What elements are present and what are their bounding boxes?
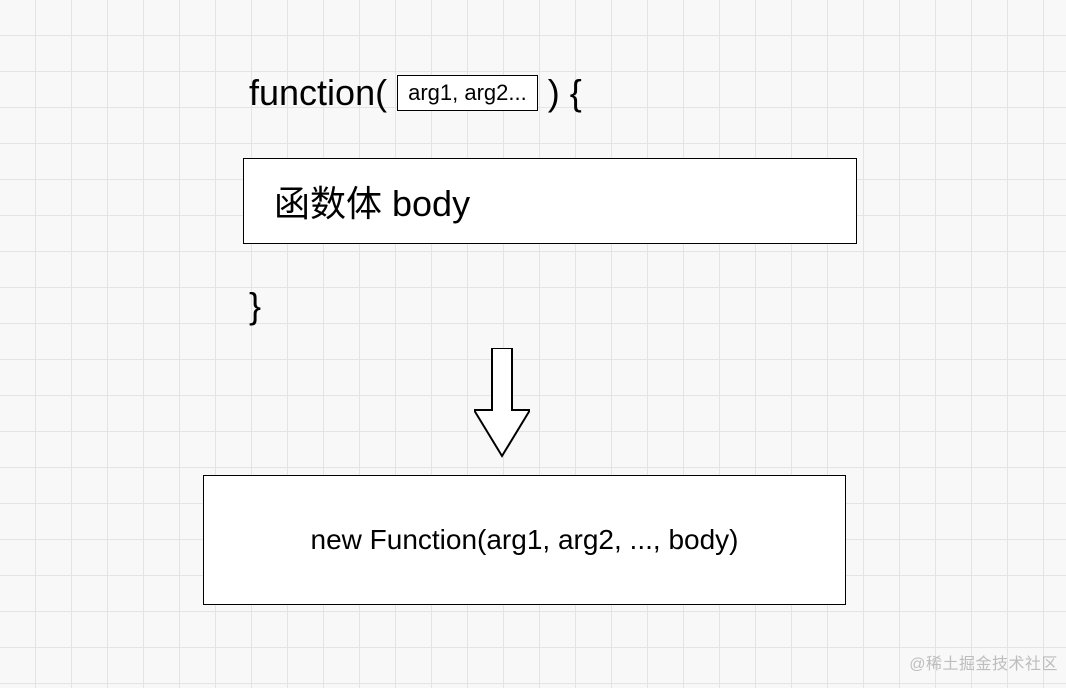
function-body-box: 函数体 body — [243, 158, 857, 244]
diagram-content: function( arg1, arg2... ) { 函数体 body } n… — [0, 0, 1066, 688]
watermark-text: @稀土掘金技术社区 — [909, 650, 1058, 674]
arguments-box: arg1, arg2... — [397, 75, 538, 111]
closing-brace: } — [249, 285, 261, 327]
function-body-label: 函数体 body — [274, 175, 470, 227]
function-signature-line: function( arg1, arg2... ) { — [249, 72, 582, 114]
function-keyword-open: function( — [249, 72, 387, 114]
new-function-label: new Function(arg1, arg2, ..., body) — [311, 524, 739, 556]
function-keyword-close: ) { — [548, 72, 582, 114]
new-function-result-box: new Function(arg1, arg2, ..., body) — [203, 475, 846, 605]
down-arrow-icon — [474, 348, 530, 458]
